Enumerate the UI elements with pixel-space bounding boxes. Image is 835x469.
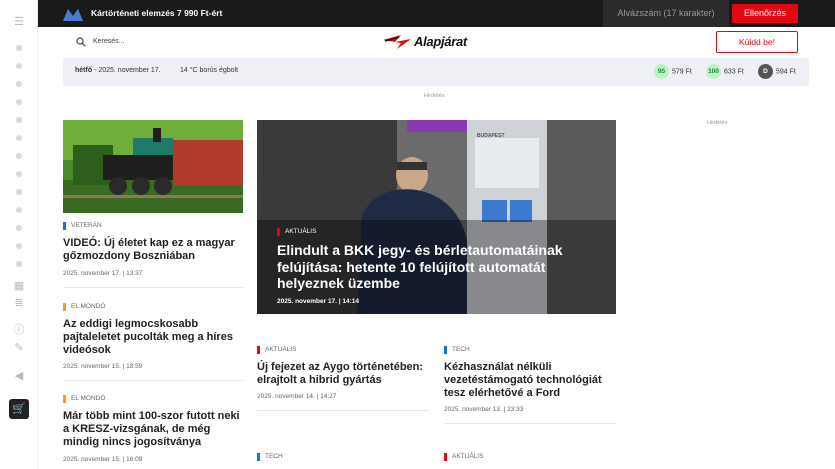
divider <box>444 423 616 424</box>
sidebar-dot[interactable] <box>16 63 22 69</box>
locomotive-image-icon <box>63 120 243 213</box>
article-title[interactable]: Már több mint 100-szor futott neki a KRE… <box>63 410 243 449</box>
article-title[interactable]: Az eddigi legmocskosabb pajtaleletet puc… <box>63 318 243 357</box>
hero-meta: 2025. november 17. | 14:14 <box>277 298 360 305</box>
fuel-badge: D <box>758 64 773 79</box>
article-category[interactable]: EL MONDÓ <box>63 395 105 403</box>
fuel-badge: 100 <box>706 64 721 79</box>
top-promo-bar: Kártörténeti elemzés 7 990 Ft-ért Alvázs… <box>38 0 835 27</box>
speaker-icon[interactable]: ◀ <box>12 369 26 383</box>
cart-icon[interactable]: 🛒 <box>9 399 29 419</box>
hero-category[interactable]: AKTUÁLIS <box>277 228 316 236</box>
menu-icon[interactable]: ☰ <box>12 15 26 29</box>
sidebar-dot[interactable] <box>16 207 22 213</box>
fuel-price: 579 Ft <box>672 68 692 76</box>
fuel-price-100: 100 633 Ft <box>706 64 744 80</box>
info-icon[interactable]: ⓘ <box>12 323 26 337</box>
sidebar-dot[interactable] <box>16 189 22 195</box>
article-meta: 2025. november 15. | 18:59 <box>63 363 143 370</box>
brand-name[interactable]: Alapjárat <box>414 34 467 49</box>
promo-logo-icon <box>63 9 83 21</box>
article-meta: 2025. november 14. | 14:27 <box>257 393 337 400</box>
weather-display: 14 °C borús égbolt <box>180 67 239 74</box>
hero-title[interactable]: Elindult a BKK jegy- és bérletautomatáin… <box>277 242 602 292</box>
sidebar-dot[interactable] <box>16 225 22 231</box>
article-category[interactable]: EL MONDÓ <box>63 303 105 311</box>
tool-icon[interactable]: ✎ <box>12 341 26 355</box>
list-icon[interactable]: ≣ <box>12 296 26 310</box>
info-bar: hétfő - 2025. november 17. 14 °C borús é… <box>63 58 809 86</box>
article-title[interactable]: Kézhasználat nélküli vezetéstámogató tec… <box>444 361 616 400</box>
fuel-price: 594 Ft <box>776 68 796 76</box>
day-name: hétfő <box>75 67 93 74</box>
sidebar-dot[interactable] <box>16 135 22 141</box>
sidebar-dot[interactable] <box>16 81 22 87</box>
sidebar-dot[interactable] <box>16 45 22 51</box>
article-thumbnail-locomotive[interactable] <box>63 120 243 213</box>
fuel-price-95: 95 579 Ft <box>654 64 692 80</box>
send-in-button[interactable]: Küldd be! <box>716 31 798 53</box>
divider <box>63 380 243 381</box>
fuel-price-diesel: D 594 Ft <box>758 64 796 80</box>
sidebar-dot[interactable] <box>16 243 22 249</box>
check-button[interactable]: Ellenőrzés <box>732 4 798 23</box>
article-category[interactable]: VETERÁN <box>63 222 102 230</box>
article-category[interactable]: TECH <box>444 346 470 354</box>
grid-icon[interactable]: ▦ <box>12 279 26 293</box>
search-icon[interactable] <box>76 37 86 47</box>
sidebar-dot[interactable] <box>16 261 22 267</box>
article-meta: 2025. november 15. | 16:09 <box>63 456 143 463</box>
date-text: - 2025. november 17. <box>94 67 161 74</box>
article-meta: 2025. november 13. | 23:33 <box>444 406 524 413</box>
fuel-badge: 95 <box>654 64 669 79</box>
sidebar-dot[interactable] <box>16 99 22 105</box>
sidebar-dot[interactable] <box>16 171 22 177</box>
article-category[interactable]: AKTUÁLIS <box>444 453 483 461</box>
site-header: Keresés... Alapjárat Küldd be! <box>38 27 835 57</box>
article-category[interactable]: AKTUÁLIS <box>257 346 296 354</box>
search-label[interactable]: Keresés... <box>93 38 125 45</box>
article-title[interactable]: VIDEÓ: Új életet kap ez a magyar gőzmozd… <box>63 237 243 263</box>
sidebar-dot[interactable] <box>16 153 22 159</box>
left-sidebar: ☰ ▦ ≣ ⓘ ✎ ◀ 🛒 <box>0 0 38 469</box>
ad-label-right: Hirdetés <box>707 120 728 126</box>
article-category[interactable]: TECH <box>257 453 283 461</box>
divider <box>257 410 429 411</box>
ad-label-top: Hirdetés <box>424 93 445 99</box>
fuel-price: 633 Ft <box>724 68 744 76</box>
article-meta: 2025. november 17. | 13:37 <box>63 270 143 277</box>
date-display: hétfő - 2025. november 17. <box>75 67 161 74</box>
article-title[interactable]: Új fejezet az Aygo történetében: elrajto… <box>257 361 432 387</box>
machine-sign: BUDAPEST <box>477 133 505 139</box>
divider <box>63 287 243 288</box>
hero-article[interactable]: BUDAPEST AKTUÁLIS Elindult a BKK jegy- é… <box>257 120 616 314</box>
sidebar-dot[interactable] <box>16 117 22 123</box>
vin-input[interactable]: Alvázszám (17 karakter) <box>603 0 729 27</box>
promo-text[interactable]: Kártörténeti elemzés 7 990 Ft-ért <box>91 8 222 18</box>
